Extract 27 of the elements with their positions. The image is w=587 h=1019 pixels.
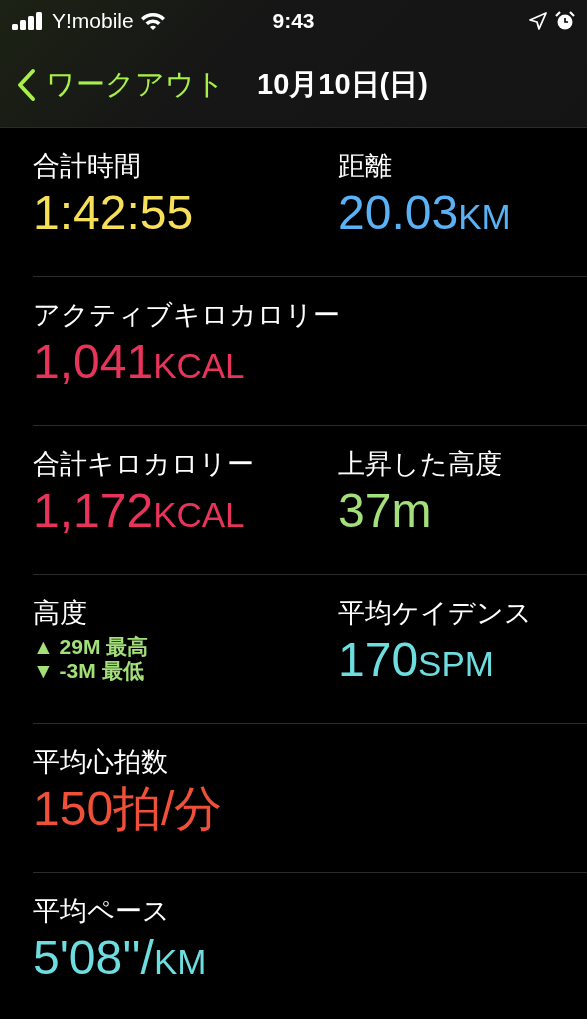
metric-label: アクティブキロカロリー [33, 299, 338, 332]
metric-label: 平均ケイデンス [338, 597, 533, 630]
metric-label: 合計キロカロリー [33, 448, 255, 481]
location-arrow-icon [529, 12, 547, 30]
elevation-reading: ▲ 29M 最高 [33, 635, 149, 658]
metric-value: 1:42:55 [33, 185, 195, 241]
alarm-clock-icon [555, 11, 575, 31]
metric-value: 1,041KCAL [33, 334, 246, 390]
metric-label: 平均ペース [33, 895, 171, 928]
metric-label: 合計時間 [33, 150, 142, 183]
metric-value: 5'08''/KM [33, 930, 208, 986]
metric-label: 上昇した高度 [338, 448, 503, 481]
metric-value: 1,172KCAL [33, 483, 246, 539]
metric-label: 距離 [338, 150, 393, 183]
metric-value: 20.03KM [338, 185, 512, 241]
metric-label: 平均心拍数 [33, 746, 169, 779]
chevron-left-icon [16, 67, 36, 102]
elevation-reading: ▼ -3M 最低 [33, 659, 144, 682]
metric-label: 高度 [33, 597, 88, 630]
back-button[interactable]: ワークアウト [16, 64, 225, 105]
metric-value: 150拍/分 [33, 781, 224, 837]
clock-time: 9:43 [272, 9, 315, 33]
metric-value: 170SPM [338, 632, 495, 688]
carrier-name: Y!mobile [52, 9, 134, 33]
workout-date-title: 10月10日(日) [257, 66, 428, 102]
metric-value: 37m [338, 483, 433, 539]
wifi-icon [139, 11, 166, 31]
